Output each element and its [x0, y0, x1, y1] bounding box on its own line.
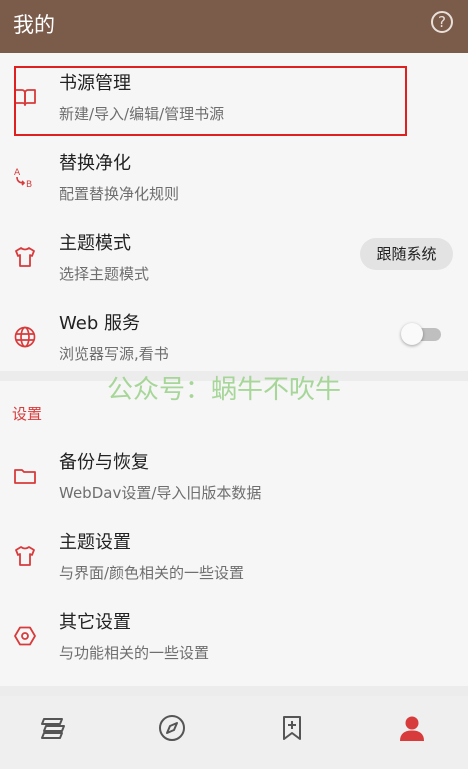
item-title: 替换净化 [59, 153, 131, 174]
web-service-toggle[interactable] [401, 323, 441, 345]
section-divider [0, 686, 468, 696]
menu-item-theme-settings[interactable]: 主题设置 与界面/颜色相关的一些设置 [0, 516, 468, 596]
item-subtitle: 与功能相关的一些设置 [59, 644, 210, 662]
help-icon[interactable]: ? [431, 11, 453, 33]
item-subtitle: 与界面/颜色相关的一些设置 [59, 564, 245, 582]
app-header: 我的 ? [0, 0, 468, 53]
menu-item-replace-rules[interactable]: A B 替换净化 配置替换净化规则 [0, 137, 468, 217]
section-label-settings: 设置 [12, 405, 43, 423]
menu-item-other-settings[interactable]: 其它设置 与功能相关的一些设置 [0, 596, 468, 676]
page-title: 我的 [13, 13, 55, 37]
bottom-nav [0, 696, 468, 769]
compass-icon[interactable] [157, 713, 187, 743]
svg-text:B: B [26, 180, 32, 189]
replace-ab-icon: A B [13, 165, 37, 189]
item-subtitle: 配置替换净化规则 [59, 185, 180, 203]
hexagon-icon [13, 624, 37, 648]
highlight-box [14, 66, 407, 136]
item-subtitle: 选择主题模式 [59, 265, 150, 283]
item-title: Web 服务 [59, 313, 140, 334]
theme-mode-chip[interactable]: 跟随系统 [360, 238, 453, 270]
item-title: 主题设置 [59, 532, 131, 553]
item-subtitle: 浏览器写源,看书 [59, 345, 169, 363]
item-subtitle: WebDav设置/导入旧版本数据 [59, 484, 262, 502]
bookmark-add-icon[interactable] [277, 713, 307, 743]
shirt-icon [13, 245, 37, 269]
folder-icon [13, 464, 37, 488]
bookshelf-icon[interactable] [38, 713, 68, 743]
item-title: 主题模式 [59, 233, 131, 254]
globe-icon [13, 325, 37, 349]
svg-text:A: A [14, 168, 21, 178]
person-icon[interactable] [397, 713, 427, 743]
item-title: 备份与恢复 [59, 452, 149, 473]
toggle-thumb [401, 323, 423, 345]
watermark-text: 公众号：蜗牛不吹牛 [107, 375, 342, 405]
item-title: 其它设置 [59, 612, 131, 633]
menu-item-backup-restore[interactable]: 备份与恢复 WebDav设置/导入旧版本数据 [0, 436, 468, 516]
shirt-icon [13, 544, 37, 568]
menu-item-web-service[interactable]: Web 服务 浏览器写源,看书 [0, 297, 468, 377]
